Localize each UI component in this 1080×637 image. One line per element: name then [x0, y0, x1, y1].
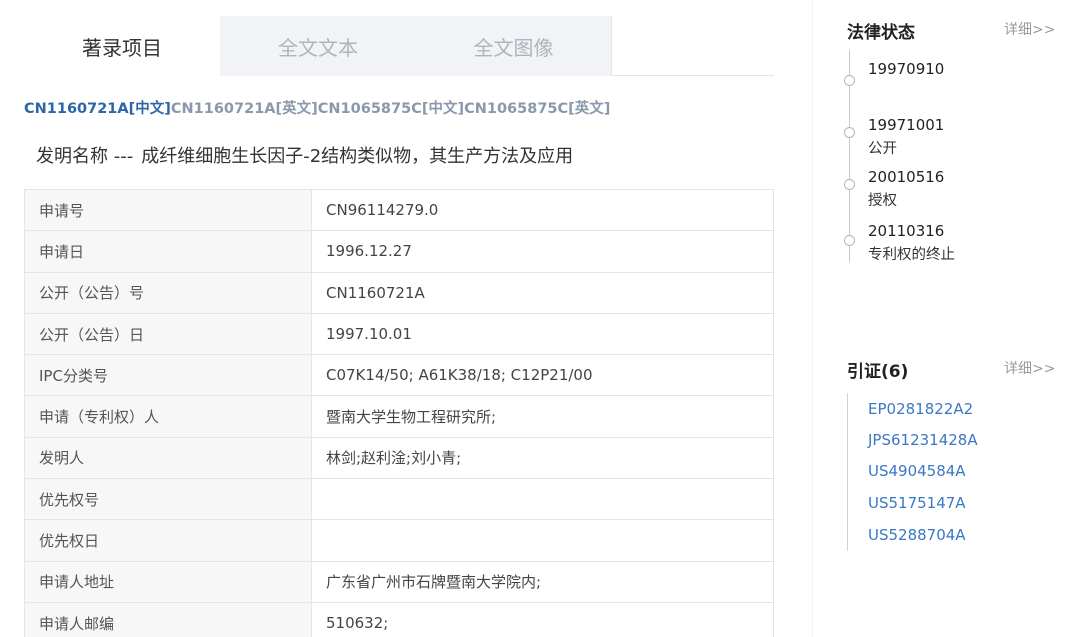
field-value: 暨南大学生物工程研究所; — [311, 395, 774, 438]
citation-link[interactable]: JPS61231428A — [868, 431, 978, 449]
table-row: 公开（公告）日 1997.10.01 — [24, 312, 774, 356]
table-row: 公开（公告）号 CN1160721A — [24, 271, 774, 314]
citation-link[interactable]: US4904584A — [868, 462, 966, 480]
table-row: IPC分类号 C07K14/50; A61K38/18; C12P21/00 — [24, 354, 774, 397]
table-row: 申请人地址 广东省广州市石牌暨南大学院内; — [24, 560, 774, 603]
table-row: 发明人 林剑;赵利淦;刘小青; — [24, 436, 774, 480]
pub-lang: [英文] — [568, 101, 611, 117]
legal-event-date: 19970910 — [868, 60, 945, 78]
pub-number: CN1160721A — [24, 101, 129, 117]
field-value — [311, 478, 774, 521]
field-value: 林剑;赵利淦;刘小青; — [311, 436, 774, 480]
legal-event-date: 20110316 — [868, 222, 945, 240]
citation-link[interactable]: US5175147A — [868, 494, 966, 512]
table-row: 申请日 1996.12.27 — [24, 230, 774, 273]
timeline-dot — [844, 235, 855, 246]
legal-event-desc: 专利权的终止 — [868, 247, 955, 263]
field-label: 优先权号 — [24, 478, 312, 521]
citations-title: 引证(6) — [847, 362, 909, 382]
pub-link-cn1065875c-en[interactable]: CN1065875C[英文] — [464, 101, 610, 117]
legal-status-title: 法律状态 — [847, 23, 915, 43]
field-label: 申请日 — [24, 230, 312, 273]
pub-lang: [中文] — [421, 101, 465, 117]
timeline-dot — [844, 179, 855, 190]
invention-title: 发明名称 --- 成纤维细胞生长因子-2结构类似物，其生产方法及应用 — [36, 142, 573, 168]
field-label: 申请（专利权）人 — [24, 395, 312, 438]
field-value: 广东省广州市石牌暨南大学院内; — [311, 560, 774, 603]
pub-lang: [中文] — [128, 101, 171, 117]
legal-status-more-link[interactable]: 详细>> — [1004, 19, 1055, 39]
field-value: 1997.10.01 — [311, 312, 774, 356]
table-row: 优先权日 — [24, 519, 774, 562]
table-row: 申请人邮编 510632; — [24, 601, 774, 637]
field-value: 1996.12.27 — [311, 230, 774, 273]
legal-event-desc: 授权 — [868, 193, 897, 209]
pub-link-cn1160721a-en[interactable]: CN1160721A[英文] — [171, 101, 318, 117]
pub-link-cn1065875c-zh[interactable]: CN1065875C[中文] — [318, 101, 464, 117]
tab-full-image[interactable]: 全文图像 — [416, 16, 612, 76]
tab-full-text[interactable]: 全文文本 — [220, 16, 416, 76]
invention-title-label: 发明名称 --- — [36, 146, 134, 167]
pub-number: CN1160721A — [170, 101, 276, 117]
table-row: 申请（专利权）人 暨南大学生物工程研究所; — [24, 395, 774, 438]
field-label: 申请人地址 — [24, 560, 312, 603]
citations-more-link[interactable]: 详细>> — [1004, 358, 1055, 378]
publication-links: CN1160721A[中文]CN1160721A[英文]CN1065875C[中… — [24, 97, 610, 118]
field-value: C07K14/50; A61K38/18; C12P21/00 — [311, 354, 774, 397]
field-value: CN1160721A — [311, 271, 774, 314]
field-label: 优先权日 — [24, 519, 312, 562]
pub-number: CN1065875C — [464, 101, 569, 117]
legal-event-desc: 公开 — [868, 141, 897, 157]
field-label: 申请号 — [24, 188, 312, 232]
timeline-dot — [844, 75, 855, 86]
field-value: 510632; — [311, 601, 774, 637]
tab-bibliographic[interactable]: 著录项目 — [24, 16, 220, 76]
timeline-dot — [844, 127, 855, 138]
field-label: 公开（公告）号 — [24, 271, 312, 314]
field-label: 发明人 — [24, 436, 312, 480]
pub-lang: [英文] — [275, 101, 318, 117]
pub-link-cn1160721a-zh[interactable]: CN1160721A[中文] — [24, 101, 171, 117]
table-row: 申请号 CN96114279.0 — [24, 188, 774, 232]
tab-bar: 著录项目 全文文本 全文图像 — [24, 16, 774, 76]
field-label: 公开（公告）日 — [24, 312, 312, 356]
legal-event-date: 19971001 — [868, 116, 945, 134]
invention-title-text: 成纤维细胞生长因子-2结构类似物，其生产方法及应用 — [141, 146, 574, 167]
main-panel: 著录项目 全文文本 全文图像 CN1160721A[中文]CN1160721A[… — [0, 0, 812, 637]
field-value — [311, 519, 774, 562]
pub-number: CN1065875C — [317, 101, 422, 117]
table-row: 优先权号 — [24, 478, 774, 521]
field-value: CN96114279.0 — [311, 188, 774, 232]
citations-divider — [847, 393, 848, 551]
legal-event-date: 20010516 — [868, 168, 945, 186]
citation-link[interactable]: US5288704A — [868, 526, 966, 544]
field-label: IPC分类号 — [24, 354, 312, 397]
citation-link[interactable]: EP0281822A2 — [868, 400, 973, 418]
bibliographic-table: 申请号 CN96114279.0 申请日 1996.12.27 公开（公告）号 CN116… — [24, 188, 774, 637]
field-label: 申请人邮编 — [24, 601, 312, 637]
